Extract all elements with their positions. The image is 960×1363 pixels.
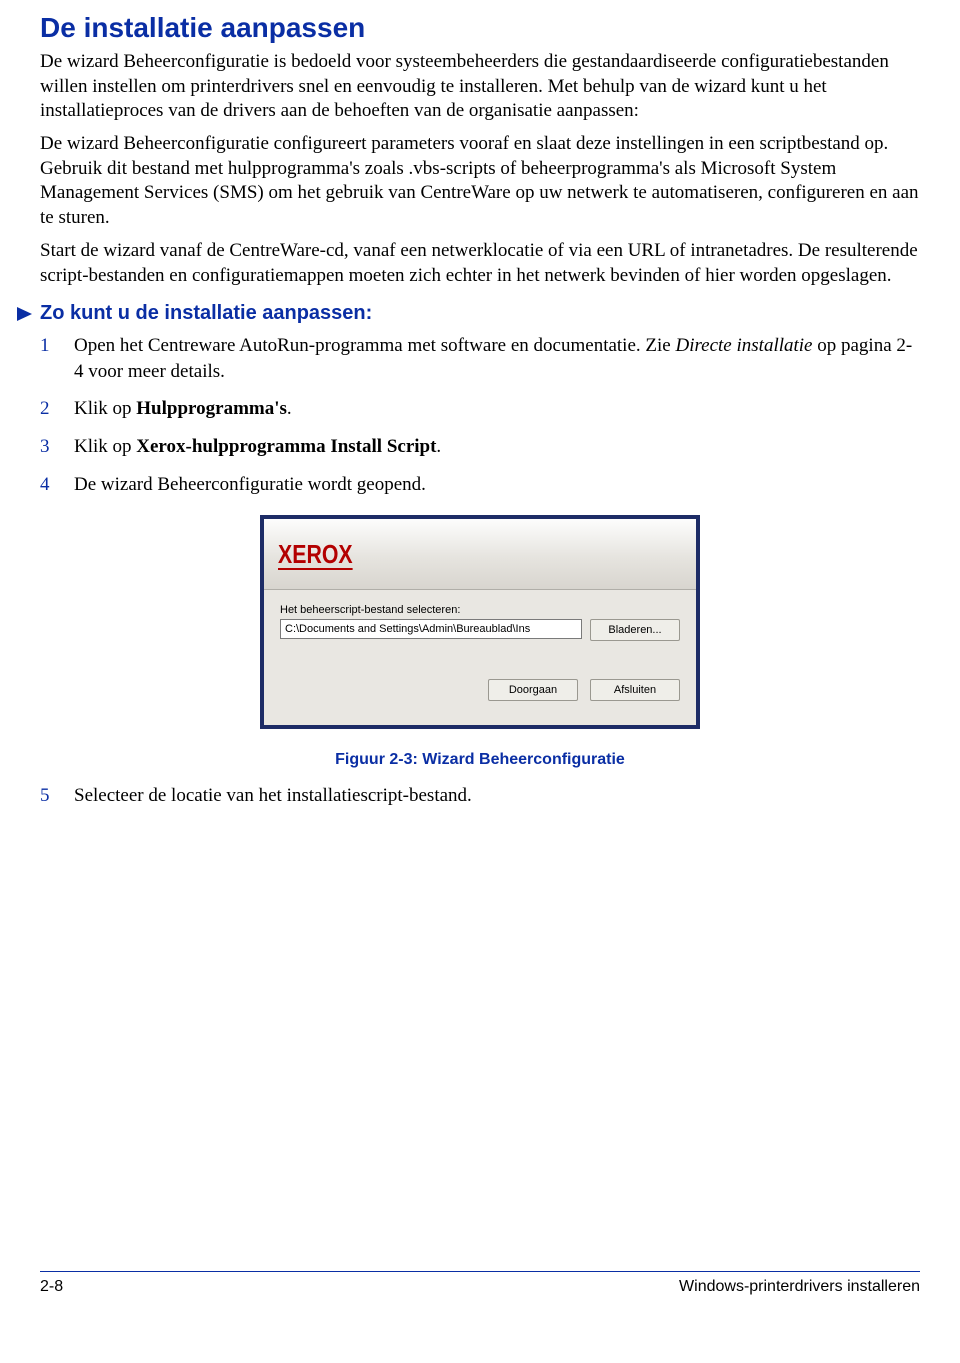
dialog-body: Het beheerscript-bestand selecteren: Bla…	[264, 590, 696, 725]
browse-button[interactable]: Bladeren...	[590, 619, 680, 641]
dialog-header: XEROX	[264, 519, 696, 590]
step-4-text: De wizard Beheerconfiguratie wordt geope…	[74, 472, 920, 498]
step-number: 1	[40, 333, 74, 384]
step-5-text: Selecteer de locatie van het installatie…	[74, 783, 920, 809]
step-1-text-a: Open het Centreware AutoRun-programma me…	[74, 335, 675, 356]
arrow-right-icon	[16, 305, 34, 323]
file-select-label: Het beheerscript-bestand selecteren:	[280, 604, 680, 616]
step-2-text-a: Klik op	[74, 398, 136, 419]
step-number: 5	[40, 783, 74, 809]
dialog-figure: XEROX Het beheerscript-bestand selectere…	[40, 515, 920, 729]
step-1: 1 Open het Centreware AutoRun-programma …	[40, 333, 920, 384]
step-3: 3 Klik op Xerox-hulpprogramma Install Sc…	[40, 434, 920, 460]
close-button[interactable]: Afsluiten	[590, 679, 680, 701]
step-2: 2 Klik op Hulpprogramma's.	[40, 396, 920, 422]
page-footer: 2-8 Windows-printerdrivers installeren	[40, 1271, 920, 1296]
step-2-text-c: .	[287, 398, 292, 419]
script-path-input[interactable]	[280, 619, 582, 639]
xerox-logo: XEROX	[278, 539, 353, 570]
file-row: Bladeren...	[280, 619, 680, 641]
step-3-bold: Xerox-hulpprogramma Install Script	[136, 436, 436, 457]
sub-heading: Zo kunt u de installatie aanpassen:	[40, 302, 372, 325]
step-5: 5 Selecteer de locatie van het installat…	[40, 783, 920, 809]
dialog-button-row: Doorgaan Afsluiten	[280, 679, 680, 701]
step-4: 4 De wizard Beheerconfiguratie wordt geo…	[40, 472, 920, 498]
steps-list: 1 Open het Centreware AutoRun-programma …	[40, 333, 920, 497]
figure-caption: Figuur 2-3: Wizard Beheerconfiguratie	[40, 751, 920, 769]
paragraph-3: Start de wizard vanaf de CentreWare-cd, …	[40, 239, 920, 288]
step-3-text-c: .	[436, 436, 441, 457]
step-3-text-a: Klik op	[74, 436, 136, 457]
step-number: 3	[40, 434, 74, 460]
intro-paragraph: De wizard Beheerconfiguratie is bedoeld …	[40, 50, 920, 124]
footer-page-number: 2-8	[40, 1278, 63, 1296]
step-number: 4	[40, 472, 74, 498]
wizard-dialog: XEROX Het beheerscript-bestand selectere…	[260, 515, 700, 729]
step-2-bold: Hulpprogramma's	[136, 398, 287, 419]
sub-heading-row: Zo kunt u de installatie aanpassen:	[16, 302, 920, 325]
step-number: 2	[40, 396, 74, 422]
footer-section-title: Windows-printerdrivers installeren	[679, 1278, 920, 1296]
continue-button[interactable]: Doorgaan	[488, 679, 578, 701]
paragraph-2: De wizard Beheerconfiguratie configureer…	[40, 132, 920, 231]
page-title: De installatie aanpassen	[40, 12, 920, 44]
step-1-link[interactable]: Directe installatie	[675, 335, 812, 356]
steps-list-continued: 5 Selecteer de locatie van het installat…	[40, 783, 920, 809]
